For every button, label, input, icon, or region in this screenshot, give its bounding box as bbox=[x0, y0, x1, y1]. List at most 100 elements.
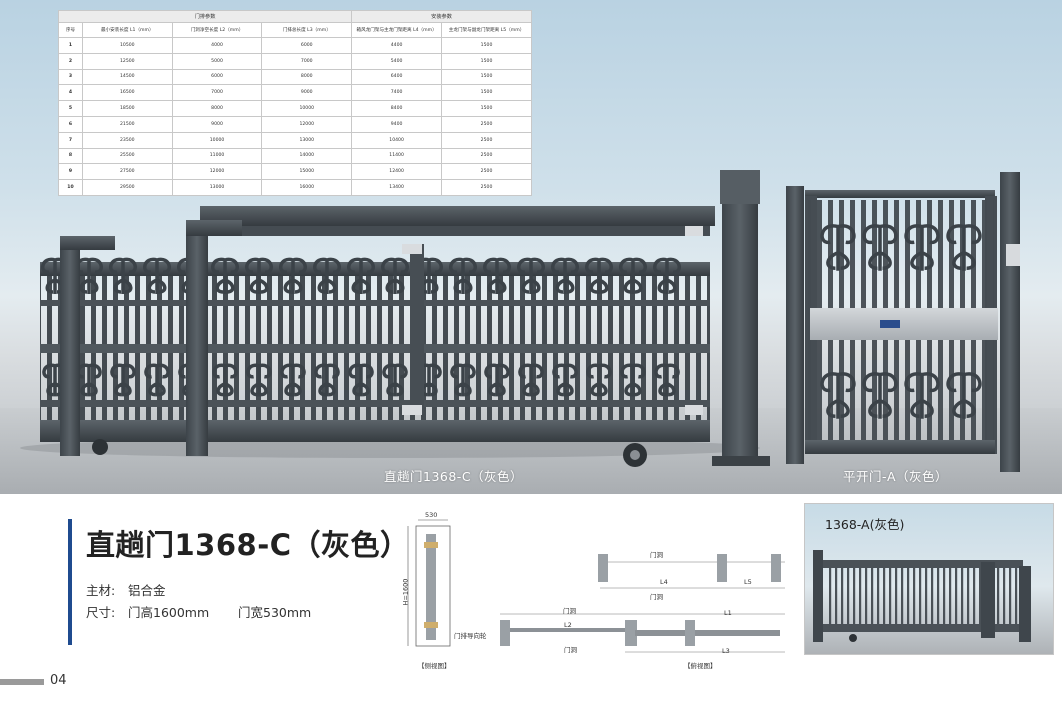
sliding-gate-caption: 直趟门1368-C（灰色） bbox=[384, 469, 524, 484]
table-cell: 14500 bbox=[81, 68, 173, 86]
side-view-guide-note: 门排导向轮 bbox=[454, 632, 487, 640]
thumbnail-bar bbox=[1003, 566, 1006, 626]
col-header-l3: 门排总长度 L3（mm） bbox=[261, 22, 353, 38]
row-index-cell: 3 bbox=[58, 68, 83, 86]
thumbnail-bar bbox=[877, 566, 880, 626]
top-view-l2: L2 bbox=[564, 621, 572, 629]
thumbnail-bar bbox=[937, 566, 940, 626]
thumbnail-bar bbox=[829, 566, 832, 626]
thumbnail-bar bbox=[919, 566, 922, 626]
material-label: 主材: bbox=[86, 583, 116, 598]
group-header-gate: 门排参数 bbox=[57, 10, 353, 23]
thumbnail-bar bbox=[997, 566, 1000, 626]
thumbnail-bar bbox=[859, 566, 862, 626]
table-row: 5 18500 8000 10000 8400 1500 bbox=[58, 100, 532, 117]
table-row: 2 12500 5000 7000 5400 1500 bbox=[58, 52, 532, 70]
top-view-l4: L4 bbox=[660, 578, 668, 586]
col-header-index: 序号 bbox=[58, 22, 83, 38]
product-title: 直趟门1368-C（灰色） bbox=[86, 528, 410, 562]
table-cell: 11000 bbox=[171, 147, 263, 165]
table-cell: 1500 bbox=[441, 37, 532, 54]
table-cell: 13000 bbox=[171, 179, 263, 196]
table-cell: 11400 bbox=[351, 147, 443, 165]
table-cell: 8000 bbox=[261, 68, 353, 86]
row-index-cell: 2 bbox=[58, 52, 83, 70]
thumbnail-bar bbox=[1015, 566, 1018, 626]
top-view-door-b: 门洞 bbox=[564, 646, 577, 654]
table-cell: 7000 bbox=[171, 84, 263, 102]
table-cell: 1500 bbox=[441, 52, 532, 70]
table-cell: 10400 bbox=[351, 131, 443, 149]
top-view-door-bottom: 门洞 bbox=[650, 593, 663, 601]
table-cell: 7000 bbox=[261, 52, 353, 70]
thumbnail-bar bbox=[967, 566, 970, 626]
table-cell: 12000 bbox=[171, 163, 263, 181]
top-view-l1: L1 bbox=[724, 609, 732, 617]
height-value: 门高1600mm bbox=[128, 605, 210, 620]
table-cell: 7400 bbox=[351, 84, 443, 102]
table-cell: 4000 bbox=[171, 37, 263, 54]
thumbnail-bar bbox=[955, 566, 958, 626]
table-cell: 1500 bbox=[441, 100, 532, 117]
row-index-cell: 9 bbox=[58, 163, 83, 181]
table-body: 1 10500 4000 6000 4400 1500 2 12500 5000 7000 5400… bbox=[58, 37, 532, 196]
table-cell: 12000 bbox=[261, 115, 353, 133]
thumbnail-bar bbox=[1009, 566, 1012, 626]
thumbnail-bar bbox=[835, 566, 838, 626]
table-row: 6 21500 9000 12000 9400 2500 bbox=[58, 115, 532, 133]
table-cell: 10500 bbox=[81, 37, 173, 54]
thumbnail-bar bbox=[841, 566, 844, 626]
table-row: 1 10500 4000 6000 4400 1500 bbox=[58, 37, 532, 54]
table-cell: 29500 bbox=[81, 179, 173, 196]
side-view-height: H=1600 bbox=[401, 578, 410, 606]
table-cell: 27500 bbox=[81, 163, 173, 181]
thumbnail-bar bbox=[943, 566, 946, 626]
thumbnail-bar bbox=[973, 566, 976, 626]
top-view-figure bbox=[500, 554, 785, 653]
thumbnail-bar bbox=[931, 566, 934, 626]
group-header-install: 安装参数 bbox=[351, 10, 532, 23]
col-header-l2: 门洞净空长度 L2（mm） bbox=[171, 22, 263, 38]
swing-gate-caption: 平开门-A（灰色） bbox=[843, 469, 949, 484]
main-post bbox=[712, 170, 770, 466]
table-cell: 1500 bbox=[441, 84, 532, 102]
table-cell: 13400 bbox=[351, 179, 443, 196]
table-cell: 18500 bbox=[81, 100, 173, 117]
table-cell: 12500 bbox=[81, 52, 173, 70]
parameter-table: 门排参数 安装参数 序号 最小安装长度 L1（mm） 门洞净空长度 L2（mm）… bbox=[57, 10, 532, 196]
thumbnail-bar bbox=[961, 566, 964, 626]
thumbnail-bar bbox=[865, 566, 868, 626]
table-cell: 10000 bbox=[261, 100, 353, 117]
top-view-l3: L3 bbox=[722, 647, 730, 655]
width-value: 门宽530mm bbox=[238, 605, 312, 620]
thumbnail-bar bbox=[847, 566, 850, 626]
table-cell: 6000 bbox=[261, 37, 353, 54]
title-accent-bar bbox=[68, 519, 72, 645]
table-cell: 1500 bbox=[441, 68, 532, 86]
thumbnail-bar bbox=[895, 566, 898, 626]
table-row: 9 27500 12000 15000 12400 2500 bbox=[58, 163, 532, 181]
table-cell: 14000 bbox=[261, 147, 353, 165]
thumbnail-bar bbox=[907, 566, 910, 626]
table-cell: 6000 bbox=[171, 68, 263, 86]
material-value: 铝合金 bbox=[128, 583, 166, 598]
size-label: 尺寸: bbox=[86, 605, 116, 620]
top-view-l5: L5 bbox=[744, 578, 752, 586]
thumbnail-bar bbox=[883, 566, 886, 626]
table-cell: 16500 bbox=[81, 84, 173, 102]
col-header-l1: 最小安装长度 L1（mm） bbox=[81, 22, 173, 38]
side-view-caption: 【侧视图】 bbox=[418, 662, 451, 670]
page-number: 04 bbox=[50, 673, 67, 688]
top-view-caption: 【俯视图】 bbox=[684, 662, 717, 670]
table-cell: 21500 bbox=[81, 115, 173, 133]
table-cell: 5000 bbox=[171, 52, 263, 70]
table-cell: 12400 bbox=[351, 163, 443, 181]
row-index-cell: 1 bbox=[58, 37, 83, 54]
row-index-cell: 7 bbox=[58, 131, 83, 149]
table-cell: 9000 bbox=[171, 115, 263, 133]
thumbnail-bar bbox=[949, 566, 952, 626]
thumbnail-bar bbox=[925, 566, 928, 626]
thumbnail-bar bbox=[913, 566, 916, 626]
table-cell: 6400 bbox=[351, 68, 443, 86]
table-cell: 25500 bbox=[81, 147, 173, 165]
